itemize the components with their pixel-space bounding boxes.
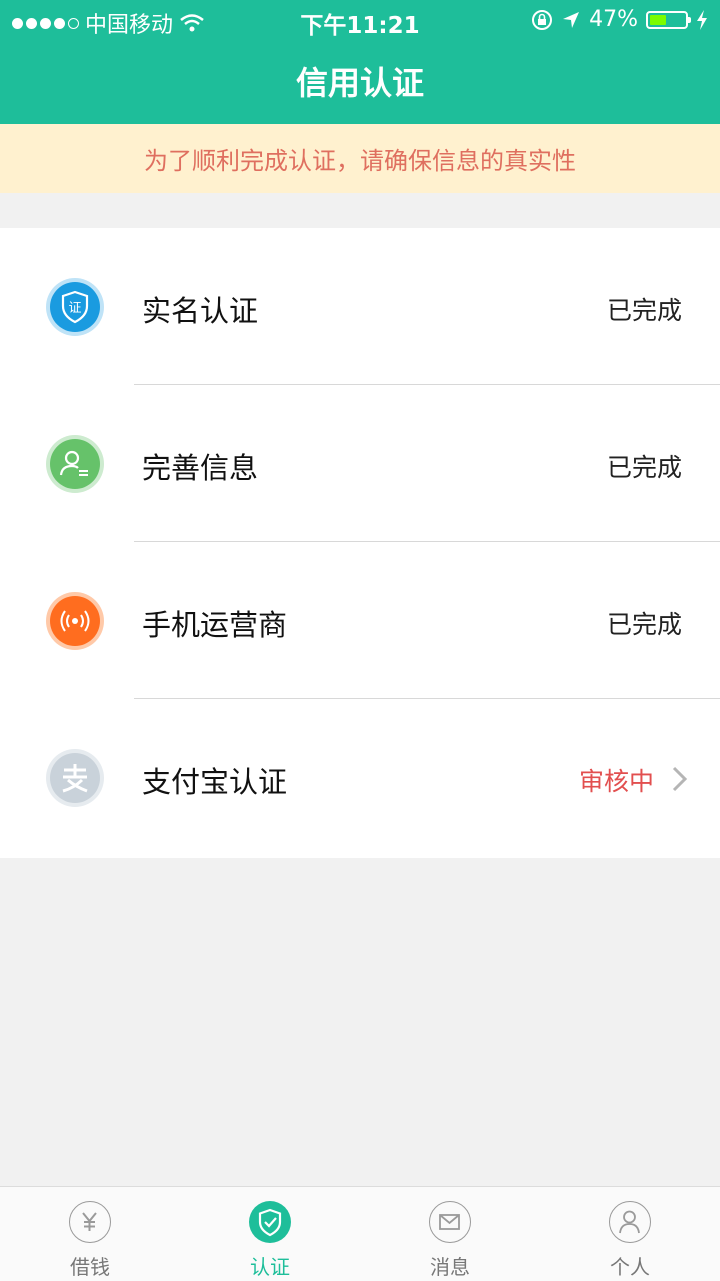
status-bar: 中国移动 下午11:21 47% [0,0,720,40]
location-arrow-icon [561,10,581,30]
item-label: 支付宝认证 [142,765,288,799]
tab-label: 消息 [430,1255,470,1279]
tab-messages[interactable]: 消息 [360,1187,540,1281]
svg-text:证: 证 [68,301,81,316]
notice-banner: 为了顺利完成认证，请确保信息的真实性 [0,124,720,193]
list-item-carrier[interactable]: 手机运营商 已完成 [0,542,720,699]
yuan-icon [69,1201,111,1243]
item-label: 完善信息 [142,451,259,485]
rotation-lock-icon [531,9,553,31]
list-item-profile[interactable]: 完善信息 已完成 [0,385,720,542]
alipay-icon [46,749,104,807]
mail-icon [429,1201,471,1243]
charging-bolt-icon [696,9,708,30]
id-shield-icon: 证 [46,278,104,336]
item-status: 已完成 [606,296,682,325]
user-info-icon [46,435,104,493]
signal-broadcast-icon [46,592,104,650]
tab-verify[interactable]: 认证 [180,1187,360,1281]
item-status: 审核中 [578,767,654,796]
tab-label: 认证 [250,1255,290,1279]
shield-check-icon [249,1201,291,1243]
item-label: 手机运营商 [142,608,288,642]
item-status: 已完成 [606,453,682,482]
tab-label: 借钱 [70,1255,110,1279]
list-item-real-name[interactable]: 证 实名认证 已完成 [0,228,720,385]
battery-icon [646,10,691,29]
list-item-alipay[interactable]: 支付宝认证 审核中 [0,699,720,856]
item-status: 已完成 [606,610,682,639]
header: 中国移动 下午11:21 47% 信用认证 [0,0,720,124]
tab-borrow[interactable]: 借钱 [0,1187,180,1281]
tab-label: 个人 [610,1255,650,1279]
notice-text: 为了顺利完成认证，请确保信息的真实性 [144,147,576,175]
item-label: 实名认证 [142,294,259,328]
chevron-right-icon [670,765,690,793]
verification-list: 证 实名认证 已完成 完善信息 已完成 手机运营商 已完成 支付宝认证 审核中 [0,228,720,858]
page-title: 信用认证 [295,64,424,102]
tab-bar: 借钱 认证 消息 个人 [0,1186,720,1281]
person-icon [609,1201,651,1243]
tab-profile[interactable]: 个人 [540,1187,720,1281]
battery-percent: 47% [589,7,638,32]
